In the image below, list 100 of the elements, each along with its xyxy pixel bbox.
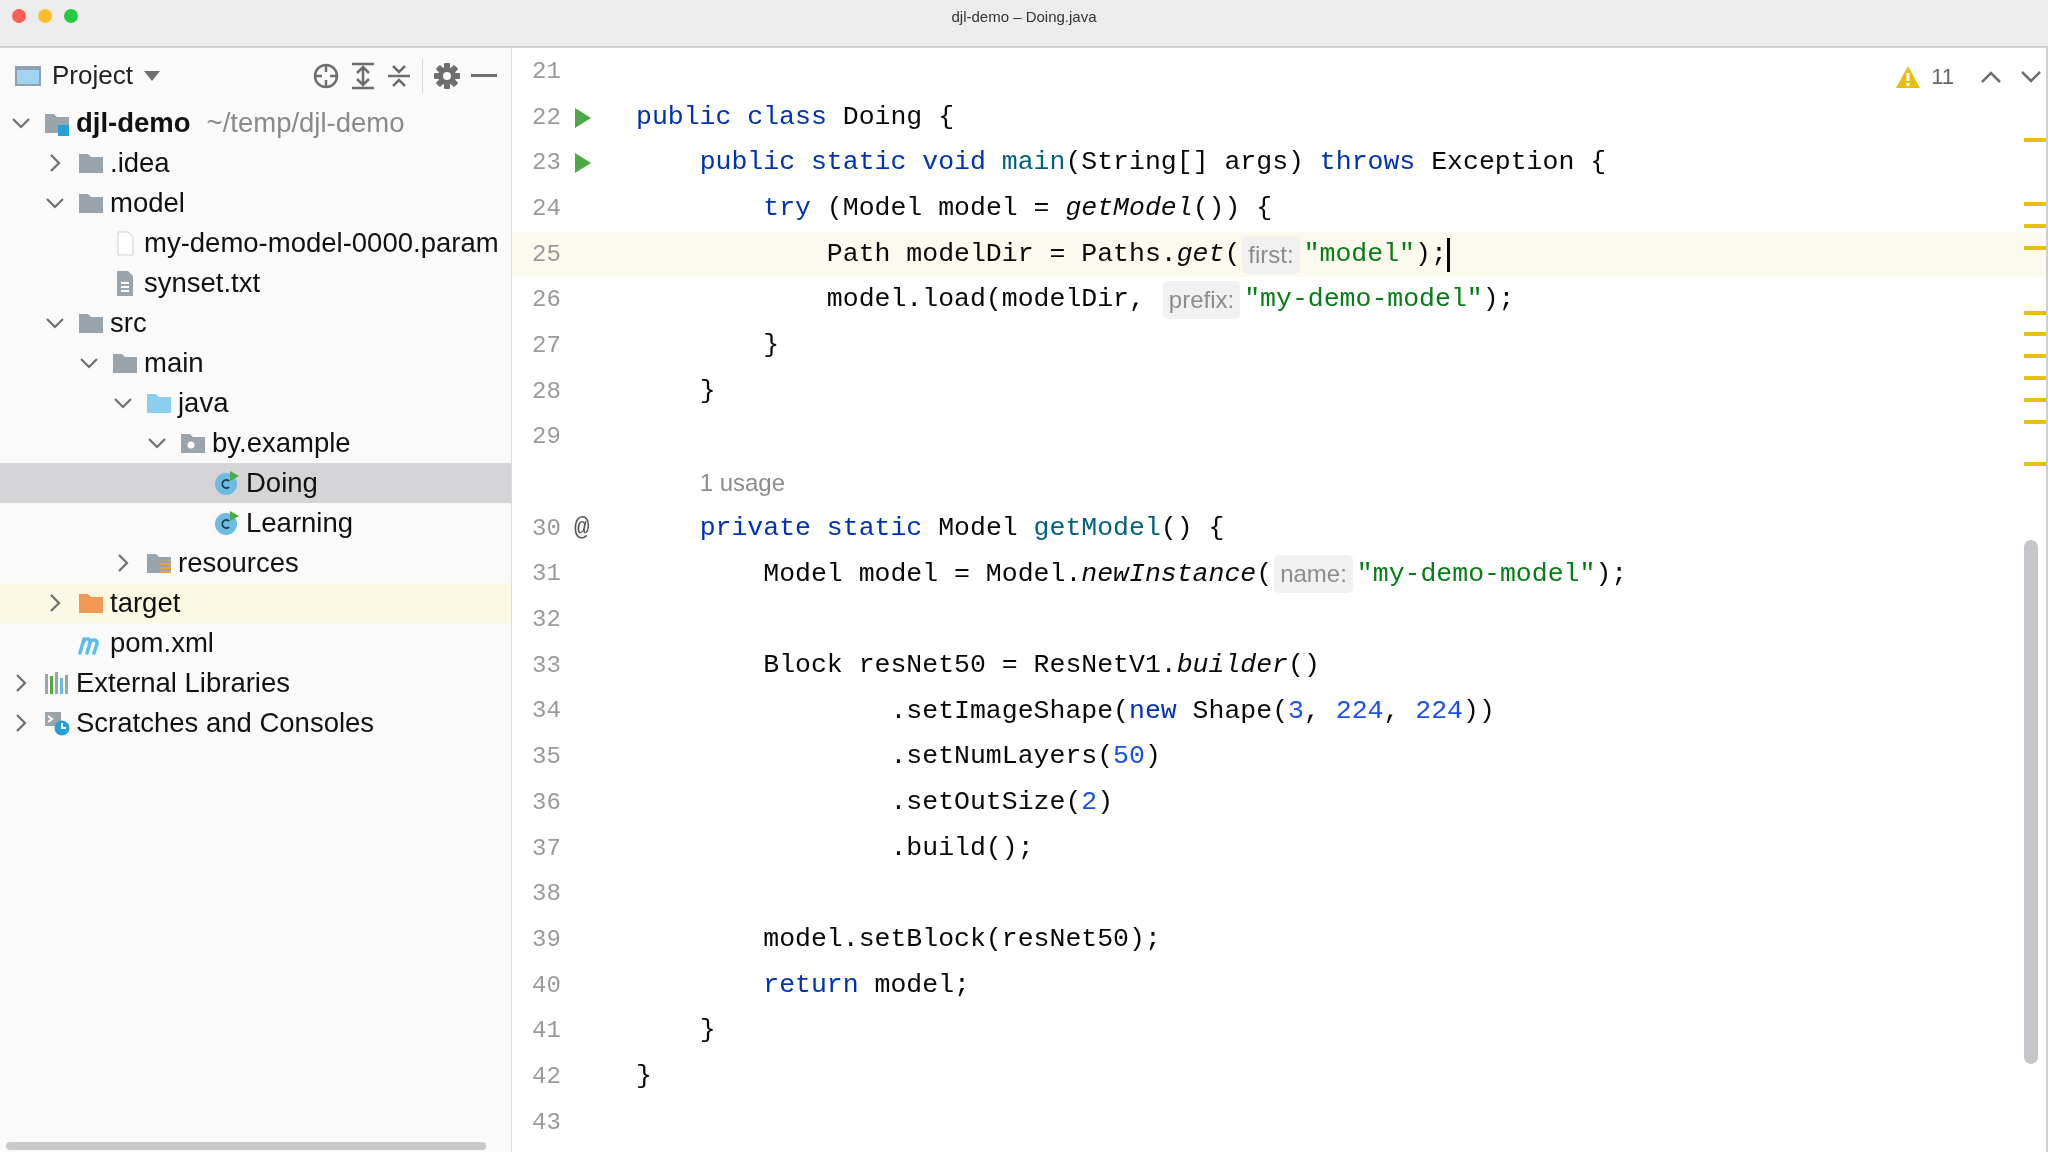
line-number: 28 [531, 376, 562, 407]
tree-item[interactable]: djl-demo ~/temp/djl-demo [0, 103, 511, 143]
line-number: 41 [531, 1016, 562, 1047]
tree-item-label: Learning [246, 506, 354, 541]
code-text: try (Model model = getModel()) { [763, 192, 1273, 226]
line-number: 25 [531, 239, 562, 270]
dropdown-caret-icon[interactable] [142, 69, 161, 82]
code-text: private static Model getModel() { [699, 511, 1225, 545]
class-icon [214, 510, 240, 536]
code-text: "model"); [1303, 237, 1447, 271]
line-number: 23 [531, 148, 562, 179]
line-number: 35 [531, 742, 562, 773]
code-text: .setImageShape(new Shape(3, 224, 224)) [890, 694, 1495, 728]
gutter-marker[interactable]: @ [574, 509, 590, 549]
tree-item-label: Scratches and Consoles [76, 706, 375, 741]
tree-item[interactable]: External Libraries [0, 663, 511, 703]
previous-chevron-icon[interactable] [1980, 69, 2002, 84]
tree-item[interactable]: main [0, 343, 511, 383]
close-button[interactable] [12, 9, 26, 23]
parameter-hint: name: [1274, 555, 1353, 594]
code-text: .build(); [890, 831, 1034, 865]
warning-count[interactable]: 11 [1931, 60, 1954, 93]
tree-item[interactable]: my-demo-model-0000.param [0, 223, 511, 263]
window-title: djl-demo – Doing.java [951, 7, 1097, 27]
tree-item-label: by.example [212, 426, 351, 461]
line-number: 29 [531, 422, 562, 453]
line-number: 32 [531, 605, 562, 636]
class-icon [214, 470, 240, 496]
line-number: 42 [531, 1061, 562, 1092]
code-text: "my-demo-model"); [1244, 283, 1515, 317]
parameter-hint: first: [1242, 235, 1300, 274]
code-text: } [636, 1060, 652, 1094]
line-number: 43 [531, 1107, 562, 1138]
code-text: .setNumLayers(50) [890, 740, 1161, 774]
horizontal-scrollbar-thumb[interactable] [6, 1142, 486, 1150]
tree-item[interactable]: Scratches and Consoles [0, 703, 511, 743]
line-number: 40 [531, 970, 562, 1001]
vertical-scrollbar-thumb[interactable] [2024, 540, 2038, 1064]
tree-item[interactable]: target [0, 583, 511, 623]
tree-item-label: target [110, 586, 181, 621]
line-number: 30 [531, 513, 562, 544]
code-text: } [699, 1014, 716, 1048]
scratches-clock-icon [44, 710, 70, 736]
tree-item-label: Doing [246, 466, 318, 501]
tree-item-label: resources [178, 546, 299, 581]
line-number: 21 [531, 56, 562, 87]
crosshair-icon[interactable] [312, 61, 340, 90]
code-text: } [763, 329, 780, 363]
tree-item-label: pom.xml [110, 626, 214, 661]
line-number: 34 [531, 696, 562, 727]
tree-item-label: main [144, 346, 204, 381]
line-number: 36 [531, 787, 562, 818]
code-text: Path modelDir = Paths.get( [826, 237, 1241, 271]
tree-item-label: .idea [110, 146, 170, 181]
code-text: "my-demo-model"); [1356, 557, 1628, 591]
tree-item-label: src [110, 306, 147, 341]
settings-icon[interactable] [433, 61, 461, 90]
line-number: 37 [531, 833, 562, 864]
code-text: model.load(modelDir, [826, 283, 1146, 317]
tree-item-label: djl-demo [76, 106, 191, 141]
expand-all-icon[interactable] [350, 61, 376, 90]
code-text: } [699, 374, 716, 408]
code-text: Block resNet50 = ResNetV1.builder() [763, 648, 1320, 682]
path-text: ~/temp/djl-demo [206, 106, 405, 141]
tree-item[interactable]: resources [0, 543, 511, 583]
code-text: return model; [763, 968, 970, 1002]
line-number: 26 [531, 285, 562, 316]
panel-title[interactable]: Project [52, 56, 133, 95]
tree-item[interactable]: .idea [0, 143, 511, 183]
line-number: 27 [531, 330, 562, 361]
tree-item[interactable]: java [0, 383, 511, 423]
line-number: 24 [531, 193, 562, 224]
line-number: 33 [531, 650, 562, 681]
tree-item[interactable]: model [0, 183, 511, 223]
code-text: Model model = Model.newInstance( [763, 557, 1273, 591]
line-number: 39 [531, 924, 562, 955]
code-text: public static void main(String[] args) throws Exception { [699, 146, 1607, 180]
line-number: 31 [531, 559, 562, 590]
tree-item-label: synset.txt [144, 266, 261, 301]
panel-icon [14, 63, 42, 88]
line-number: 22 [531, 102, 562, 133]
tree-item[interactable]: pom.xml [0, 623, 511, 663]
tree-item-label: External Libraries [76, 666, 290, 701]
code-text: .setOutSize(2) [890, 785, 1114, 819]
libraries-icon [44, 670, 70, 696]
warning-icon [1895, 64, 1922, 89]
run-icon[interactable] [574, 106, 592, 129]
next-chevron-icon[interactable] [2020, 69, 2042, 84]
run-icon[interactable] [574, 152, 592, 175]
tree-item[interactable]: synset.txt [0, 263, 511, 303]
tree-item-label: model [110, 186, 185, 221]
parameter-hint: prefix: [1162, 281, 1241, 320]
tree-item[interactable]: src [0, 303, 511, 343]
tree-item[interactable]: Learning [0, 503, 511, 543]
tree-item[interactable]: Doing [0, 463, 511, 503]
code-text: public class Doing { [636, 100, 955, 134]
tree-item-label: java [178, 386, 229, 421]
tree-item[interactable]: by.example [0, 423, 511, 463]
tree-item-label: my-demo-model-0000.param [144, 226, 499, 261]
line-number: 38 [531, 879, 562, 910]
